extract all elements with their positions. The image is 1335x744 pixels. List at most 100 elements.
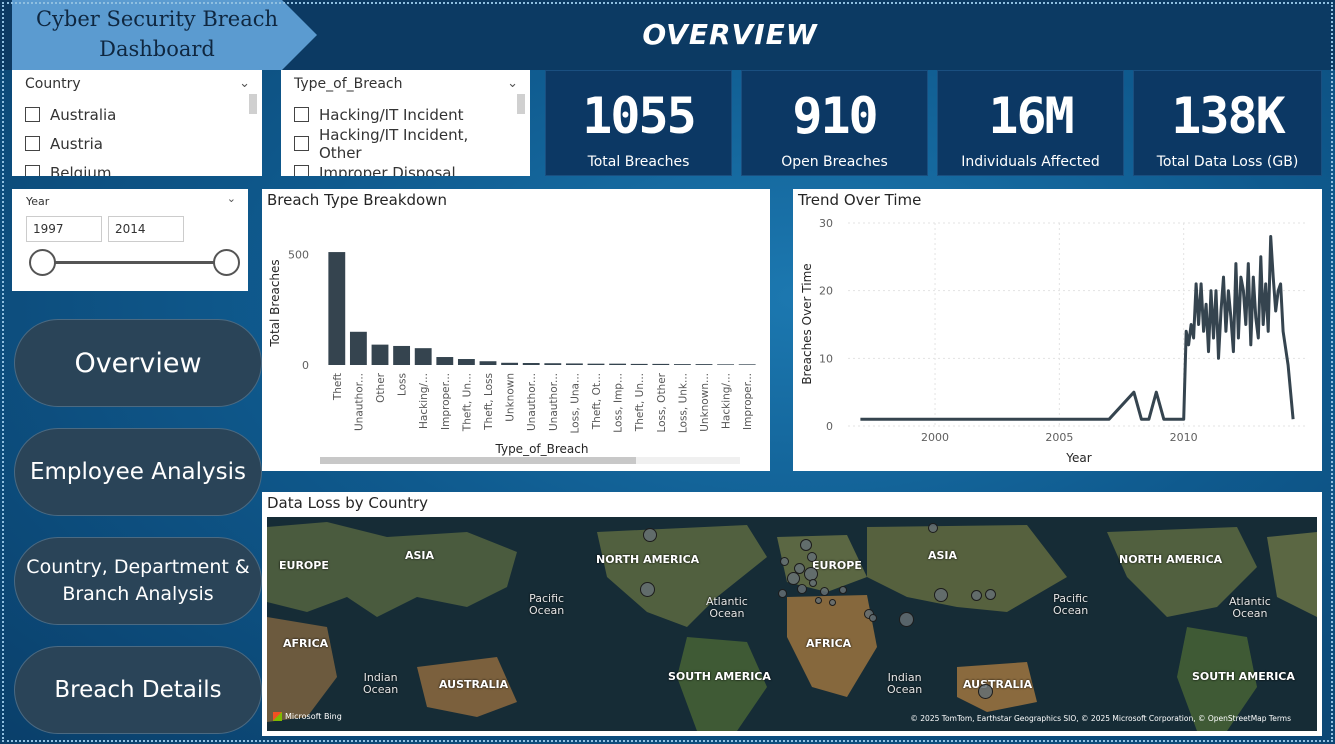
- country-option-label: Austria: [50, 134, 103, 153]
- scrollbar[interactable]: [249, 94, 257, 114]
- trend-line-chart: Breaches Over Time Year 0 10 20 30 2000 2005 2…: [800, 217, 1308, 465]
- year-slider-end-handle[interactable]: [213, 249, 240, 276]
- checkbox[interactable]: [25, 107, 40, 122]
- bar[interactable]: [652, 363, 670, 365]
- checkbox[interactable]: [294, 165, 309, 176]
- country-option[interactable]: Belgium: [25, 158, 234, 176]
- bar[interactable]: [544, 363, 562, 365]
- map-bubble[interactable]: [839, 586, 847, 594]
- checkbox[interactable]: [294, 107, 309, 122]
- map-bubble[interactable]: [829, 599, 836, 606]
- chevron-down-icon[interactable]: ⌄: [239, 76, 250, 91]
- bar[interactable]: [349, 331, 367, 365]
- bar[interactable]: [695, 364, 713, 365]
- map-bubble[interactable]: [797, 584, 807, 594]
- bar[interactable]: [436, 357, 454, 365]
- bar-category-label: Other: [375, 372, 387, 402]
- map-bubble[interactable]: [778, 589, 787, 598]
- bar-category-label: Improper...: [742, 373, 754, 430]
- map-bubble[interactable]: [780, 557, 789, 566]
- map-label-australia: AUSTRALIA: [439, 678, 509, 691]
- nav-employee-analysis-button[interactable]: Employee Analysis: [14, 428, 262, 516]
- bar[interactable]: [501, 362, 519, 365]
- kpi-total-breaches: 1055 Total Breaches: [545, 70, 732, 176]
- map-label-south-america: SOUTH AMERICA: [668, 670, 771, 683]
- map-label-pacific-ocean: Pacific Ocean: [529, 592, 565, 617]
- year-slider-track[interactable]: [42, 261, 226, 264]
- bar-category-label: Loss, Imp...: [613, 373, 625, 433]
- map-bubble[interactable]: [934, 588, 948, 602]
- kpi-label: Individuals Affected: [961, 154, 1100, 170]
- bar[interactable]: [328, 252, 346, 365]
- line-y-tick-label: 30: [819, 217, 833, 230]
- bar[interactable]: [457, 359, 475, 365]
- map-bubble[interactable]: [985, 589, 996, 600]
- kpi-label: Open Breaches: [781, 154, 888, 170]
- country-slicer-list: Australia Austria Belgium: [25, 100, 234, 176]
- map-bubble[interactable]: [928, 523, 938, 533]
- bar[interactable]: [479, 361, 497, 365]
- bar[interactable]: [717, 364, 735, 365]
- map-bubble[interactable]: [643, 528, 657, 542]
- checkbox[interactable]: [294, 136, 309, 151]
- chevron-down-icon[interactable]: ⌄: [507, 76, 518, 91]
- map-bubble[interactable]: [899, 612, 914, 627]
- map-label-europe: EUROPE: [812, 559, 862, 572]
- nav-overview-button[interactable]: Overview: [14, 319, 262, 407]
- breach-type-slicer[interactable]: Type_of_Breach ⌄ Hacking/IT Incident Hac…: [281, 70, 530, 176]
- map-label-africa: AFRICA: [806, 637, 852, 650]
- dashboard-title: Cyber Security Breach Dashboard: [22, 4, 292, 64]
- bar-category-label: Theft, Ot...: [591, 373, 603, 430]
- chevron-down-icon[interactable]: ⌄: [227, 192, 236, 205]
- line-chart-x-axis-title: Year: [1065, 451, 1091, 465]
- world-map[interactable]: EUROPE ASIA NORTH AMERICA EUROPE ASIA NO…: [267, 517, 1317, 731]
- bar[interactable]: [587, 363, 605, 365]
- kpi-individuals-affected: 16M Individuals Affected: [937, 70, 1124, 176]
- bar[interactable]: [522, 363, 540, 365]
- year-to-input[interactable]: 2014: [108, 216, 184, 242]
- country-option[interactable]: Australia: [25, 100, 234, 129]
- kpi-total-data-loss: 138K Total Data Loss (GB): [1133, 70, 1322, 176]
- map-copyright[interactable]: © 2025 TomTom, Earthstar Geographics SIO…: [910, 714, 1291, 723]
- bar-category-label: Improper...: [440, 373, 452, 430]
- bar[interactable]: [738, 364, 756, 365]
- map-label-north-america: NORTH AMERICA: [596, 553, 700, 566]
- checkbox[interactable]: [25, 165, 40, 176]
- map-bubble[interactable]: [869, 614, 877, 622]
- bar[interactable]: [673, 364, 691, 365]
- map-bubble[interactable]: [971, 590, 982, 601]
- bar[interactable]: [414, 348, 432, 365]
- year-slicer[interactable]: Year ⌄ 1997 2014: [12, 189, 248, 291]
- map-bubble[interactable]: [800, 539, 812, 551]
- bing-icon: [273, 712, 282, 721]
- breach-type-option[interactable]: Hacking/IT Incident, Other: [294, 126, 502, 162]
- bar[interactable]: [609, 363, 627, 365]
- country-option[interactable]: Austria: [25, 129, 234, 158]
- map-bubble[interactable]: [640, 582, 655, 597]
- bar[interactable]: [371, 344, 389, 365]
- country-slicer[interactable]: Country ⌄ Australia Austria Belgium: [12, 70, 262, 176]
- bar[interactable]: [393, 345, 411, 365]
- map-title: Data Loss by Country: [267, 494, 429, 512]
- year-from-input[interactable]: 1997: [26, 216, 102, 242]
- checkbox[interactable]: [25, 136, 40, 151]
- map-bubble[interactable]: [978, 684, 993, 699]
- map-label-pacific-ocean: Pacific Ocean: [1053, 592, 1089, 617]
- scrollbar[interactable]: [517, 94, 525, 114]
- year-slider-start-handle[interactable]: [29, 249, 56, 276]
- map-bubble[interactable]: [815, 597, 822, 604]
- map-bubble[interactable]: [820, 587, 829, 596]
- bar[interactable]: [565, 363, 583, 365]
- bar-chart-x-axis-title: Type_of_Breach: [495, 442, 589, 456]
- bar-category-label: Unauthor...: [526, 373, 538, 431]
- kpi-value: 16M: [988, 87, 1074, 145]
- map-bubble[interactable]: [807, 552, 817, 562]
- map-bubble[interactable]: [787, 572, 800, 585]
- map-label-indian-ocean: Indian Ocean: [363, 671, 399, 696]
- nav-breach-details-button[interactable]: Breach Details: [14, 646, 262, 734]
- map-label-asia: ASIA: [405, 549, 435, 562]
- nav-country-department-branch-button[interactable]: Country, Department & Branch Analysis: [14, 537, 262, 625]
- bar[interactable]: [630, 363, 648, 365]
- horizontal-scrollbar-thumb[interactable]: [320, 457, 636, 464]
- map-bubble[interactable]: [809, 579, 817, 587]
